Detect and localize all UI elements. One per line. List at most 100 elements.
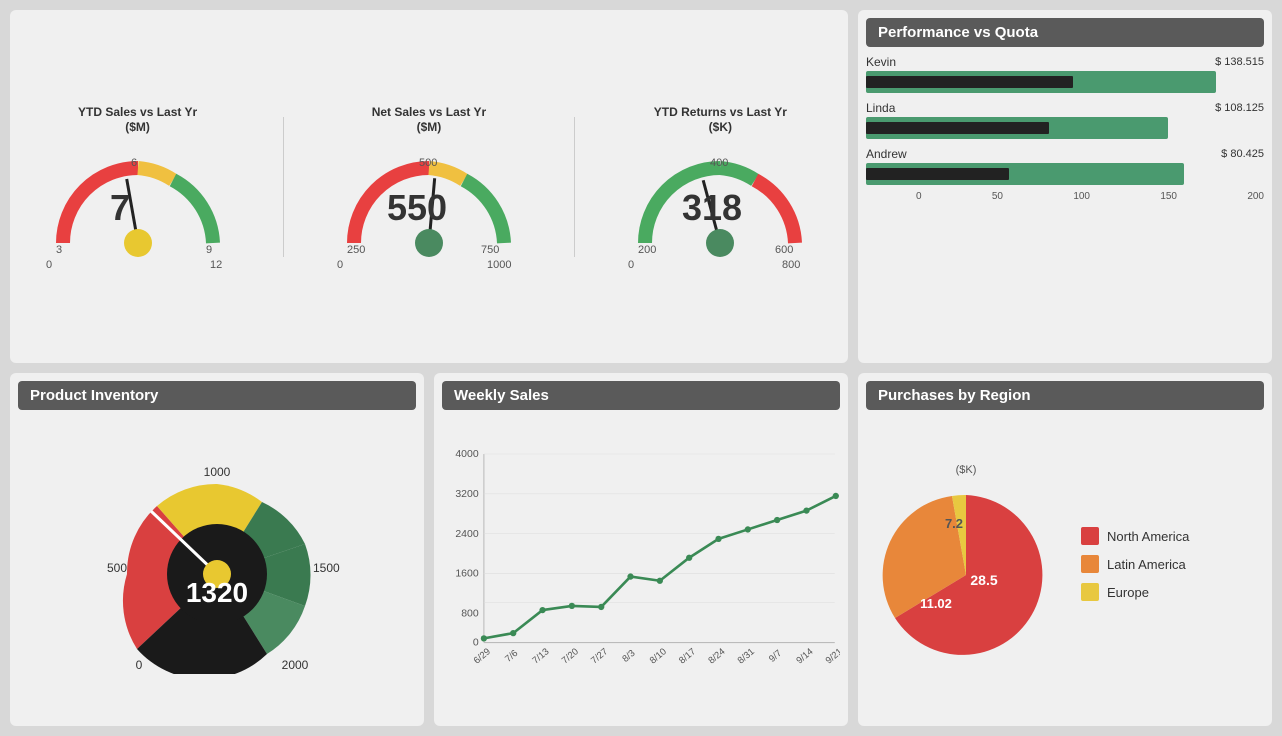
purchases-unit: ($K) xyxy=(866,464,1066,476)
perf-bar-actual-andrew xyxy=(866,168,1009,180)
ytd-returns-svg: 200 600 400 0 800 318 xyxy=(620,138,820,268)
legend-label-europe: Europe xyxy=(1107,585,1149,600)
net-sales-gauge: Net Sales vs Last Yr($M) 250 750 500 0 1… xyxy=(329,105,529,268)
perf-bar-actual-linda xyxy=(866,122,1049,134)
legend-label-north-america: North America xyxy=(1107,529,1189,544)
dashboard: YTD Sales vs Last Yr($M) 3 9 6 0 12 xyxy=(10,10,1272,726)
perf-axis: 0 50 100 150 200 xyxy=(866,191,1264,202)
performance-title: Performance vs Quota xyxy=(866,18,1264,47)
perf-amount-andrew: $ 80.425 xyxy=(1221,148,1264,160)
pie-chart-container: ($K) 28.5 11.02 7.2 xyxy=(866,464,1066,665)
svg-text:800: 800 xyxy=(782,259,800,268)
svg-text:600: 600 xyxy=(775,244,793,256)
ytd-returns-gauge: YTD Returns vs Last Yr($K) 200 600 400 0… xyxy=(620,105,820,268)
svg-text:9/21: 9/21 xyxy=(823,645,840,665)
weekly-sales-svg: 4000 3200 2400 1600 800 0 xyxy=(442,418,840,710)
perf-amount-kevin: $ 138.515 xyxy=(1215,56,1264,68)
weekly-sales-content: 4000 3200 2400 1600 800 0 xyxy=(442,418,840,710)
perf-axis-200: 200 xyxy=(1247,191,1264,202)
perf-name-andrew: Andrew xyxy=(866,147,916,161)
perf-bars-kevin xyxy=(866,71,1264,93)
divider2 xyxy=(574,117,575,257)
svg-text:1000: 1000 xyxy=(204,465,231,479)
svg-text:750: 750 xyxy=(481,244,499,256)
svg-text:0: 0 xyxy=(473,638,479,649)
svg-text:0: 0 xyxy=(136,658,143,672)
svg-text:28.5: 28.5 xyxy=(970,572,997,588)
svg-text:7/6: 7/6 xyxy=(502,647,519,664)
svg-text:0: 0 xyxy=(628,259,634,268)
perf-axis-0: 0 xyxy=(916,191,922,202)
ytd-sales-gauge: YTD Sales vs Last Yr($M) 3 9 6 0 12 xyxy=(38,105,238,268)
legend-europe: Europe xyxy=(1081,583,1264,601)
svg-text:8/17: 8/17 xyxy=(676,645,697,665)
legend-label-latin-america: Latin America xyxy=(1107,557,1186,572)
svg-text:9: 9 xyxy=(206,244,212,256)
divider1 xyxy=(283,117,284,257)
perf-name-kevin: Kevin xyxy=(866,55,916,69)
ytd-returns-title: YTD Returns vs Last Yr($K) xyxy=(654,105,787,134)
svg-text:318: 318 xyxy=(682,187,742,228)
svg-text:12: 12 xyxy=(210,259,222,268)
svg-text:9/7: 9/7 xyxy=(766,647,783,664)
svg-text:8/31: 8/31 xyxy=(735,645,756,665)
perf-axis-100: 100 xyxy=(1073,191,1090,202)
svg-text:2000: 2000 xyxy=(282,658,309,672)
pie-svg: 28.5 11.02 7.2 xyxy=(866,480,1066,660)
svg-text:0: 0 xyxy=(46,259,52,268)
purchases-content: ($K) 28.5 11.02 7.2 xyxy=(866,418,1264,710)
net-sales-title: Net Sales vs Last Yr($M) xyxy=(372,105,487,134)
svg-text:500: 500 xyxy=(107,561,127,575)
perf-row-linda: Linda $ 108.125 xyxy=(866,101,1264,139)
legend-color-latin-america xyxy=(1081,555,1099,573)
svg-text:7/13: 7/13 xyxy=(530,645,551,665)
weekly-sales-title: Weekly Sales xyxy=(442,381,840,410)
legend-color-north-america xyxy=(1081,527,1099,545)
svg-text:800: 800 xyxy=(461,608,479,619)
svg-text:250: 250 xyxy=(347,244,365,256)
svg-text:0: 0 xyxy=(337,259,343,268)
purchases-title: Purchases by Region xyxy=(866,381,1264,410)
svg-text:1000: 1000 xyxy=(487,259,511,268)
svg-text:8/3: 8/3 xyxy=(620,647,637,664)
inventory-title: Product Inventory xyxy=(18,381,416,410)
svg-text:9/14: 9/14 xyxy=(794,645,815,665)
svg-text:2400: 2400 xyxy=(455,529,478,540)
svg-text:400: 400 xyxy=(710,157,728,169)
svg-text:6: 6 xyxy=(131,157,137,169)
svg-text:200: 200 xyxy=(638,244,656,256)
inventory-card: Product Inventory xyxy=(10,373,424,726)
svg-text:500: 500 xyxy=(419,157,437,169)
perf-name-linda: Linda xyxy=(866,101,916,115)
perf-bars-linda xyxy=(866,117,1264,139)
svg-text:1320: 1320 xyxy=(186,577,248,608)
svg-text:1500: 1500 xyxy=(313,561,340,575)
svg-text:7: 7 xyxy=(110,187,130,228)
legend-north-america: North America xyxy=(1081,527,1264,545)
perf-row-andrew: Andrew $ 80.425 xyxy=(866,147,1264,185)
svg-text:3200: 3200 xyxy=(455,489,478,500)
perf-bars-andrew xyxy=(866,163,1264,185)
svg-text:1600: 1600 xyxy=(455,569,478,580)
svg-text:8/10: 8/10 xyxy=(647,645,668,665)
svg-text:7/27: 7/27 xyxy=(588,645,609,665)
net-sales-svg: 250 750 500 0 1000 550 xyxy=(329,138,529,268)
svg-text:7.2: 7.2 xyxy=(945,516,963,531)
svg-text:11.02: 11.02 xyxy=(920,596,952,611)
legend-latin-america: Latin America xyxy=(1081,555,1264,573)
inventory-content: 1320 1000 500 1500 0 2000 xyxy=(18,418,416,710)
legend-color-europe xyxy=(1081,583,1099,601)
inventory-svg: 1320 1000 500 1500 0 2000 xyxy=(77,454,357,674)
purchases-legend: North America Latin America Europe xyxy=(1066,527,1264,601)
gauges-card: YTD Sales vs Last Yr($M) 3 9 6 0 12 xyxy=(10,10,848,363)
ytd-sales-title: YTD Sales vs Last Yr($M) xyxy=(78,105,197,134)
ytd-sales-svg: 3 9 6 0 12 7 xyxy=(38,138,238,268)
svg-text:7/20: 7/20 xyxy=(559,645,580,665)
svg-text:3: 3 xyxy=(56,244,62,256)
weekly-sales-card: Weekly Sales 4000 3200 2400 1600 800 0 xyxy=(434,373,848,726)
perf-axis-50: 50 xyxy=(992,191,1003,202)
svg-text:4000: 4000 xyxy=(455,449,478,460)
perf-axis-150: 150 xyxy=(1160,191,1177,202)
perf-row-kevin: Kevin $ 138.515 xyxy=(866,55,1264,93)
performance-card: Performance vs Quota Kevin $ 138.515 Lin… xyxy=(858,10,1272,363)
